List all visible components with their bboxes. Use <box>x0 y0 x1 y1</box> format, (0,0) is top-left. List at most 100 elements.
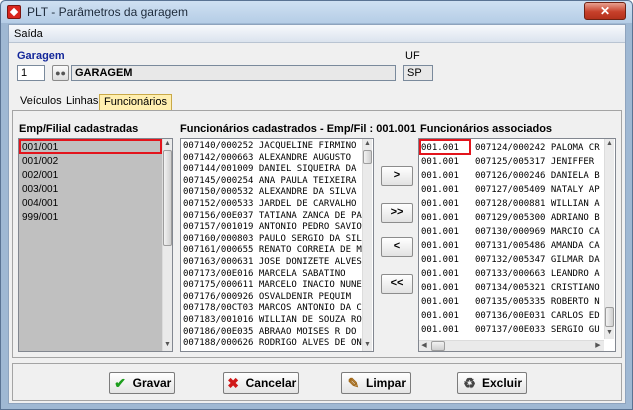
close-button[interactable]: ✕ <box>584 2 626 20</box>
list-item[interactable]: 001.001 007135/005335 ROBERTO N <box>421 295 600 309</box>
list-item[interactable]: 999/001 <box>22 211 58 225</box>
excluir-label: Excluir <box>481 376 523 390</box>
list-item[interactable]: 007163/000631 JOSE DONIZETE ALVES <box>183 256 362 268</box>
funcionario-name: MARCOS ANTONIO DA C <box>258 303 362 314</box>
cancelar-button[interactable]: ✖ Cancelar <box>223 372 299 394</box>
scroll-up-icon[interactable]: ▲ <box>605 139 614 149</box>
trash-icon: ♻ <box>463 374 476 391</box>
selection-highlight <box>19 139 162 154</box>
list-item[interactable]: 001.001 007125/005317 JENIFFER <box>421 155 594 169</box>
tab-panel-funcionarios: Emp/Filial cadastradas 001/001 001/002 002… <box>12 110 622 358</box>
funcionario-code: 007144/001009 <box>183 164 254 175</box>
list-item[interactable]: 007157/001019 ANTONIO PEDRO SAVIO <box>183 221 362 233</box>
scroll-up-icon[interactable]: ▲ <box>163 139 172 149</box>
list-item[interactable]: 007176/000926 OSVALDENIR PEQUIM <box>183 291 351 303</box>
list-item[interactable]: 007183/001016 WILLIAN DE SOUZA RO <box>183 314 362 326</box>
funcionario-name: ALEXANDRE DA SILVA <box>258 187 357 198</box>
list-item[interactable]: 007140/000252 JACQUELINE FIRMINO <box>183 140 356 152</box>
funcionarios-cadastrados-list[interactable]: 007140/000252 JACQUELINE FIRMINO 007142/0… <box>180 138 374 352</box>
funcionario-name: CRISTIANO <box>550 283 600 293</box>
garagem-lookup-button[interactable]: ●● <box>52 65 69 81</box>
list-item[interactable]: 001.001 007127/005409 NATALY AP <box>421 183 600 197</box>
empfil-value: 001.001 <box>421 325 459 335</box>
list-item[interactable]: 007186/00E035 ABRAAO MOISES R DO <box>183 326 356 338</box>
excluir-button[interactable]: ♻ Excluir <box>457 372 527 394</box>
tab-funcionarios[interactable]: Funcionários <box>99 94 172 110</box>
funcionario-name: JACQUELINE FIRMINO <box>258 141 357 151</box>
list-item[interactable]: 001.001 007133/000663 LEANDRO A <box>421 267 600 281</box>
emp-filial-header: Emp/Filial cadastradas <box>19 123 139 135</box>
list-item[interactable]: 001.001 007126/000246 DANIELA B <box>421 169 600 183</box>
move-all-right-button[interactable]: >> <box>381 203 413 223</box>
scroll-thumb[interactable] <box>363 150 372 164</box>
list-item[interactable]: 007161/000655 RENATO CORREIA DE M <box>183 244 362 256</box>
gravar-button[interactable]: ✔ Gravar <box>109 372 175 394</box>
list-item[interactable]: 001.001 007132/005347 GILMAR DA <box>421 253 600 267</box>
list-item[interactable]: 007175/000611 MARCELO INACIO NUNE <box>183 279 362 291</box>
funcionario-name: MARCELO INACIO NUNE <box>258 280 362 291</box>
gravar-label: Gravar <box>132 376 172 390</box>
scroll-up-icon[interactable]: ▲ <box>363 139 372 149</box>
list-item[interactable]: 001.001 007128/000881 WILLIAN A <box>421 197 600 211</box>
move-right-button[interactable]: > <box>381 166 413 186</box>
list-item[interactable]: 001.001 007130/000969 MARCIO CA <box>421 225 600 239</box>
selection-highlight <box>419 139 471 155</box>
funcionario-code: 007128/000881 <box>475 199 546 209</box>
funcionario-code: 007173/00E016 <box>183 268 254 279</box>
scroll-thumb[interactable] <box>163 150 172 246</box>
list-item[interactable]: 001.001 007131/005486 AMANDA CA <box>421 239 600 253</box>
scroll-thumb[interactable] <box>605 307 614 327</box>
menu-item-saida[interactable]: Saída <box>14 28 43 40</box>
list-item[interactable]: 007145/000254 ANA PAULA TEIXEIRA <box>183 175 356 187</box>
list-item[interactable]: 001.001 007137/00E033 SERGIO GU <box>421 323 600 337</box>
list-item[interactable]: 007142/000663 ALEXANDRE AUGUSTO <box>183 152 351 164</box>
list-item[interactable]: 007152/000533 JARDEL DE CARVALHO <box>183 198 356 210</box>
garagem-label: Garagem <box>17 50 65 62</box>
list-item[interactable]: 001.001 007134/005321 CRISTIANO <box>421 281 600 295</box>
funcionario-name: ROBERTO N <box>550 297 600 307</box>
tab-linhas[interactable]: Linhas <box>62 94 102 110</box>
list-item[interactable]: 001/002 <box>22 155 58 169</box>
scroll-thumb[interactable] <box>431 341 445 351</box>
emp-filial-vscroll[interactable]: ▲ ▼ <box>162 139 172 351</box>
scroll-down-icon[interactable]: ▼ <box>605 328 614 338</box>
limpar-button[interactable]: ✎ Limpar <box>341 372 411 394</box>
funcionarios-associados-list[interactable]: 001.001 007124/000242 PALOMA CR 001.001 007… <box>418 138 616 352</box>
associados-vscroll[interactable]: ▲ ▼ <box>604 139 614 339</box>
move-all-left-button[interactable]: << <box>381 274 413 294</box>
funcionario-code: 007178/00CT03 <box>183 303 254 314</box>
garagem-name-field: GARAGEM <box>71 65 396 81</box>
list-item[interactable]: 007173/00E016 MARCELA SABATINO <box>183 268 346 280</box>
funcionario-name: MARCIO CA <box>550 227 600 237</box>
list-item[interactable]: 003/001 <box>22 183 58 197</box>
list-item[interactable]: 007160/000803 PAULO SERGIO DA SIL <box>183 233 362 245</box>
funcionario-name: RODRIGO ALVES DE ON <box>258 338 362 349</box>
garagem-code-field[interactable]: 1 <box>17 65 45 81</box>
list-item[interactable]: 007144/001009 DANIEL SIQUEIRA DA <box>183 163 356 175</box>
tab-veiculos[interactable]: Veículos <box>16 94 66 110</box>
empfil-value: 001.001 <box>421 297 459 307</box>
list-item[interactable]: 007178/00CT03 MARCOS ANTONIO DA C <box>183 302 362 314</box>
list-item[interactable]: 001.001 007136/00E031 CARLOS ED <box>421 309 600 323</box>
list-item[interactable]: 001.001 007129/005300 ADRIANO B <box>421 211 600 225</box>
funcionario-name: RENATO CORREIA DE M <box>258 245 362 256</box>
list-item[interactable]: 007188/000626 RODRIGO ALVES DE ON <box>183 337 362 349</box>
list-item[interactable]: 007156/00E037 TATIANA ZANCA DE PA <box>183 210 362 222</box>
move-left-button[interactable]: < <box>381 237 413 257</box>
associados-hscroll[interactable]: ◀ ▶ <box>419 340 604 351</box>
scroll-left-icon[interactable]: ◀ <box>419 341 429 351</box>
funcionario-code: 007163/000631 <box>183 257 254 267</box>
list-item[interactable]: 002/001 <box>22 169 58 183</box>
cadastrados-vscroll[interactable]: ▲ ▼ <box>362 139 372 351</box>
emp-filial-list[interactable]: 001/001 001/002 002/001 003/001 004/001 999/0… <box>18 138 173 352</box>
scroll-down-icon[interactable]: ▼ <box>363 340 372 350</box>
funcionario-code: 007136/00E031 <box>475 311 546 321</box>
empfil-value: 001.001 <box>421 157 459 167</box>
action-bar: ✔ Gravar ✖ Cancelar ✎ Limpar ♻ Excluir <box>12 363 622 401</box>
funcionario-name: OSVALDENIR PEQUIM <box>258 291 351 302</box>
funcionario-name: ANA PAULA TEIXEIRA <box>258 175 357 186</box>
scroll-right-icon[interactable]: ▶ <box>593 341 603 351</box>
scroll-down-icon[interactable]: ▼ <box>163 340 172 350</box>
list-item[interactable]: 004/001 <box>22 197 58 211</box>
list-item[interactable]: 007150/000532 ALEXANDRE DA SILVA <box>183 186 356 198</box>
